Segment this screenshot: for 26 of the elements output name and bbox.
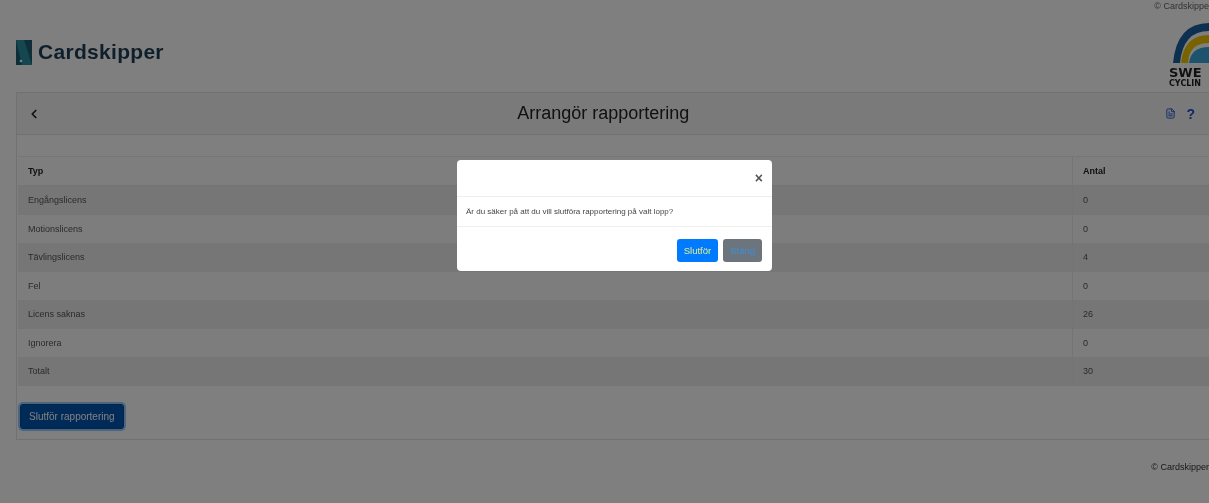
column-header: Antal <box>1072 156 1209 186</box>
count-text: 0 <box>1083 337 1088 348</box>
type-text: Tävlingslicens <box>28 252 85 263</box>
type-text: Motionslicens <box>28 223 83 234</box>
count-text: 0 <box>1083 280 1088 291</box>
type-text: Ignorera <box>28 337 62 348</box>
type-text: Licens saknas <box>28 309 86 320</box>
count-text: 26 <box>1083 309 1093 320</box>
count-text: 4 <box>1083 252 1088 263</box>
brand-name: Cardskipper <box>38 40 164 64</box>
count-text: 30 <box>1083 366 1093 377</box>
type-text: Fel <box>28 280 41 291</box>
copyright-text: © Cardskippe <box>1154 1 1209 11</box>
count-text: 0 <box>1083 223 1088 234</box>
type-text: Totalt <box>28 366 50 377</box>
type-text: Engångslicens <box>28 195 87 206</box>
finish-report-button[interactable]: Slutför rapportering <box>20 403 124 429</box>
dialog-message: Är du säker på att du vill slutföra rapportering på valt lopp? <box>466 207 674 216</box>
document-icon[interactable] <box>1165 108 1177 119</box>
dialog-button[interactable]: Slutför <box>676 239 719 262</box>
footer-copyright: © Cardskipper <box>1151 461 1209 472</box>
page-title: Arrangör rapportering <box>516 103 691 124</box>
close-button[interactable]: × <box>754 170 763 186</box>
count-text: 0 <box>1083 195 1088 206</box>
logo-icon <box>16 39 32 65</box>
help-button[interactable]: ? <box>1186 105 1195 122</box>
